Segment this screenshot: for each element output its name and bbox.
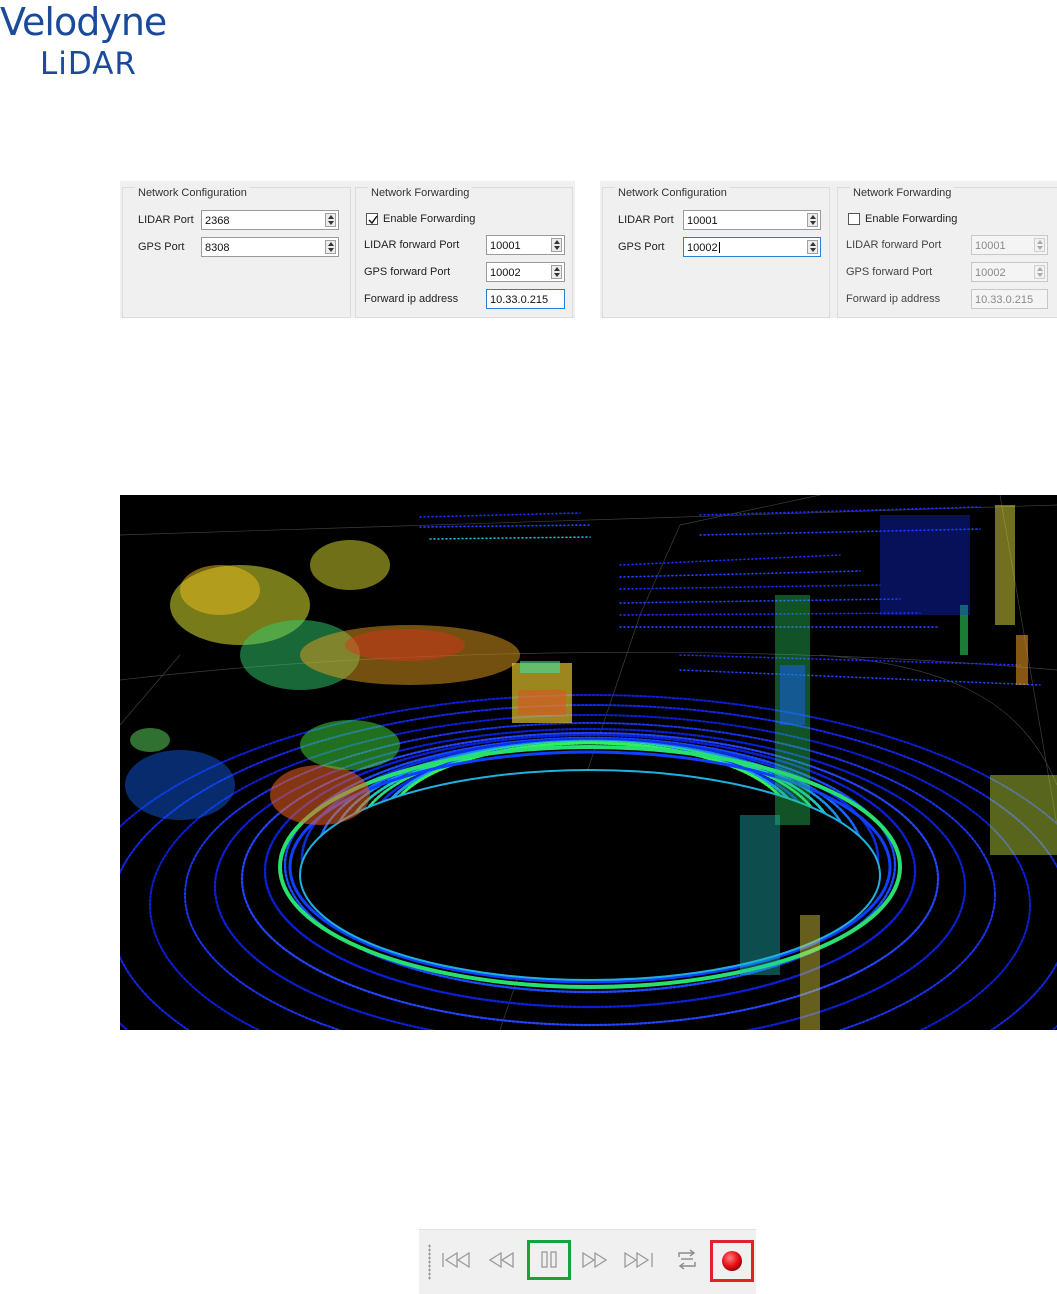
input-value: 10.33.0.215: [490, 294, 549, 306]
gps-port-row: GPS Port 8308: [123, 237, 350, 259]
point-cloud-canvas: [120, 495, 1057, 1030]
lidar-forward-port-spinbox: 10001: [971, 235, 1048, 255]
loop-button[interactable]: [669, 1242, 705, 1278]
gps-forward-port-label: GPS forward Port: [364, 266, 451, 278]
lidar-port-spinbox[interactable]: 10001: [683, 210, 821, 230]
skip-to-start-button[interactable]: [439, 1242, 475, 1278]
gps-port-label: GPS Port: [618, 241, 665, 253]
skip-to-end-icon: [624, 1251, 653, 1269]
group-title: Network Forwarding: [850, 187, 955, 199]
lidar-forward-port-label: LIDAR forward Port: [364, 239, 460, 251]
spinbox-arrows-icon[interactable]: [807, 213, 818, 227]
enable-forwarding-checkbox[interactable]: [366, 213, 378, 225]
checkmark-icon: [368, 215, 378, 225]
pause-button[interactable]: [527, 1240, 571, 1280]
fast-forward-icon: [582, 1251, 608, 1269]
forward-ip-label: Forward ip address: [846, 293, 941, 305]
gps-forward-port-spinbox[interactable]: 10002: [486, 262, 565, 282]
loop-icon: [678, 1249, 696, 1270]
gps-forward-port-row: GPS forward Port 10002: [356, 262, 572, 284]
spinbox-arrows-icon: [1034, 238, 1045, 252]
enable-forwarding-label: Enable Forwarding: [865, 213, 958, 225]
playback-toolbar: [419, 1229, 756, 1294]
record-button[interactable]: [710, 1240, 754, 1282]
lidar-port-label: LIDAR Port: [618, 214, 674, 226]
forward-ip-input[interactable]: 10.33.0.215: [486, 289, 565, 309]
record-icon: [722, 1251, 742, 1271]
network-configuration-group: Network Configuration LIDAR Port 2368 GP…: [122, 187, 351, 318]
toolbar-grip-icon[interactable]: [428, 1244, 431, 1280]
lidar-port-row: LIDAR Port 10001: [603, 210, 829, 232]
logo-subtitle: LiDAR: [40, 46, 137, 82]
skip-to-end-button[interactable]: [621, 1242, 657, 1278]
spinbox-arrows-icon[interactable]: [325, 213, 336, 227]
fast-forward-button[interactable]: [577, 1242, 613, 1278]
spinbox-value: 10001: [490, 240, 521, 252]
network-forwarding-group: Network Forwarding Enable Forwarding LID…: [355, 187, 573, 318]
group-title: Network Configuration: [135, 187, 250, 199]
spinbox-value: 10002: [975, 267, 1006, 279]
lidar-forward-port-row: LIDAR forward Port 10001: [838, 235, 1057, 257]
group-title: Network Forwarding: [368, 187, 473, 199]
gps-forward-port-label: GPS forward Port: [846, 266, 933, 278]
rewind-button[interactable]: [483, 1242, 519, 1278]
spinbox-value: 10001: [687, 215, 718, 227]
rewind-icon: [488, 1251, 514, 1269]
gps-port-label: GPS Port: [138, 241, 185, 253]
lidar-port-spinbox[interactable]: 2368: [201, 210, 339, 230]
spinbox-arrows-icon: [1034, 265, 1045, 279]
gps-forward-port-spinbox: 10002: [971, 262, 1048, 282]
logo-wordmark: Velodyne: [0, 0, 167, 44]
gps-port-spinbox[interactable]: 10002: [683, 237, 821, 257]
gps-port-row: GPS Port 10002: [603, 237, 829, 259]
enable-forwarding-checkbox[interactable]: [848, 213, 860, 225]
network-configuration-group: Network Configuration LIDAR Port 10001 G…: [602, 187, 830, 318]
input-value: 10.33.0.215: [975, 294, 1034, 306]
gps-forward-port-row: GPS forward Port 10002: [838, 262, 1057, 284]
enable-forwarding-row[interactable]: Enable Forwarding: [838, 210, 1057, 232]
gps-port-spinbox[interactable]: 8308: [201, 237, 339, 257]
spinbox-value: 2368: [205, 215, 230, 227]
spinbox-arrows-icon[interactable]: [807, 240, 818, 254]
spinbox-value: 8308: [205, 242, 230, 254]
group-title: Network Configuration: [615, 187, 730, 199]
network-settings-panel-forwarding-enabled: Network Configuration LIDAR Port 2368 GP…: [120, 181, 575, 318]
text-caret: [718, 242, 720, 253]
network-forwarding-group: Network Forwarding Enable Forwarding LID…: [837, 187, 1057, 318]
enable-forwarding-label: Enable Forwarding: [383, 213, 476, 225]
enable-forwarding-row[interactable]: Enable Forwarding: [356, 210, 572, 232]
lidar-port-row: LIDAR Port 2368: [123, 210, 350, 232]
lidar-forward-port-label: LIDAR forward Port: [846, 239, 942, 251]
forward-ip-label: Forward ip address: [364, 293, 459, 305]
pause-icon: [541, 1251, 557, 1268]
network-settings-panel-forwarding-disabled: Network Configuration LIDAR Port 10001 G…: [600, 181, 1057, 318]
forward-ip-row: Forward ip address 10.33.0.215: [356, 289, 572, 311]
lidar-forward-port-spinbox[interactable]: 10001: [486, 235, 565, 255]
spinbox-value: 10002: [687, 242, 720, 254]
forward-ip-input: 10.33.0.215: [971, 289, 1048, 309]
lidar-point-cloud-view[interactable]: [120, 495, 1057, 1030]
skip-to-start-icon: [442, 1251, 470, 1269]
spinbox-arrows-icon[interactable]: [551, 238, 562, 252]
spinbox-text: 10002: [687, 242, 718, 254]
spinbox-arrows-icon[interactable]: [551, 265, 562, 279]
lidar-port-label: LIDAR Port: [138, 214, 194, 226]
spinbox-arrows-icon[interactable]: [325, 240, 336, 254]
forward-ip-row: Forward ip address 10.33.0.215: [838, 289, 1057, 311]
velodyne-lidar-logo: Velodyne LiDAR: [0, 0, 180, 90]
lidar-forward-port-row: LIDAR forward Port 10001: [356, 235, 572, 257]
spinbox-value: 10002: [490, 267, 521, 279]
spinbox-value: 10001: [975, 240, 1006, 252]
